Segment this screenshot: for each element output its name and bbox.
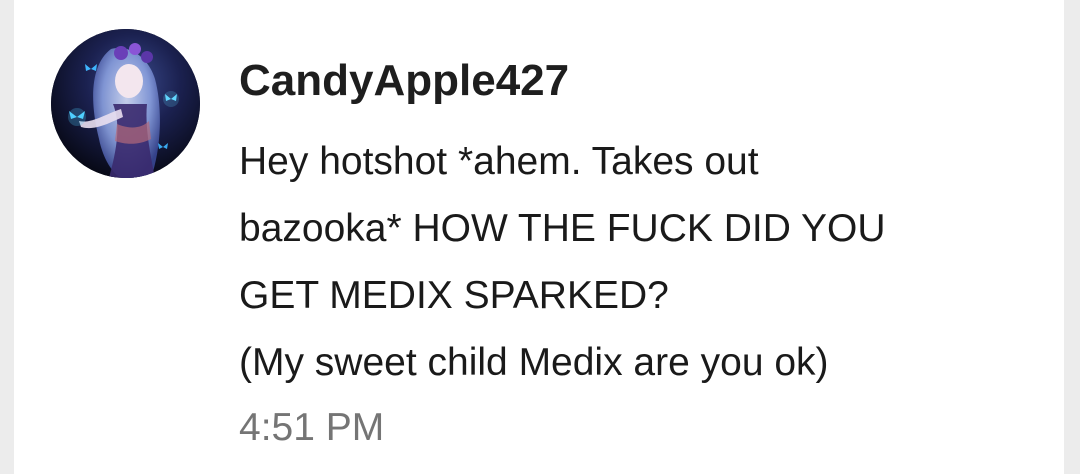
message-line: Hey hotshot *ahem. Takes out (239, 140, 759, 183)
message-line: GET MEDIX SPARKED? (239, 274, 669, 317)
message-line: bazooka* HOW THE FUCK DID YOU (239, 207, 886, 250)
anime-character-avatar-icon (51, 29, 200, 178)
message-line: (My sweet child Medix are you ok) (239, 341, 829, 384)
timestamp: 4:51 PM (239, 406, 385, 449)
comment-card: CandyApple427 Hey hotshot *ahem. Takes o… (14, 0, 1064, 474)
comment-message: Hey hotshot *ahem. Takes out bazooka* HO… (239, 128, 1039, 396)
username[interactable]: CandyApple427 (239, 55, 569, 107)
avatar[interactable] (51, 29, 200, 178)
